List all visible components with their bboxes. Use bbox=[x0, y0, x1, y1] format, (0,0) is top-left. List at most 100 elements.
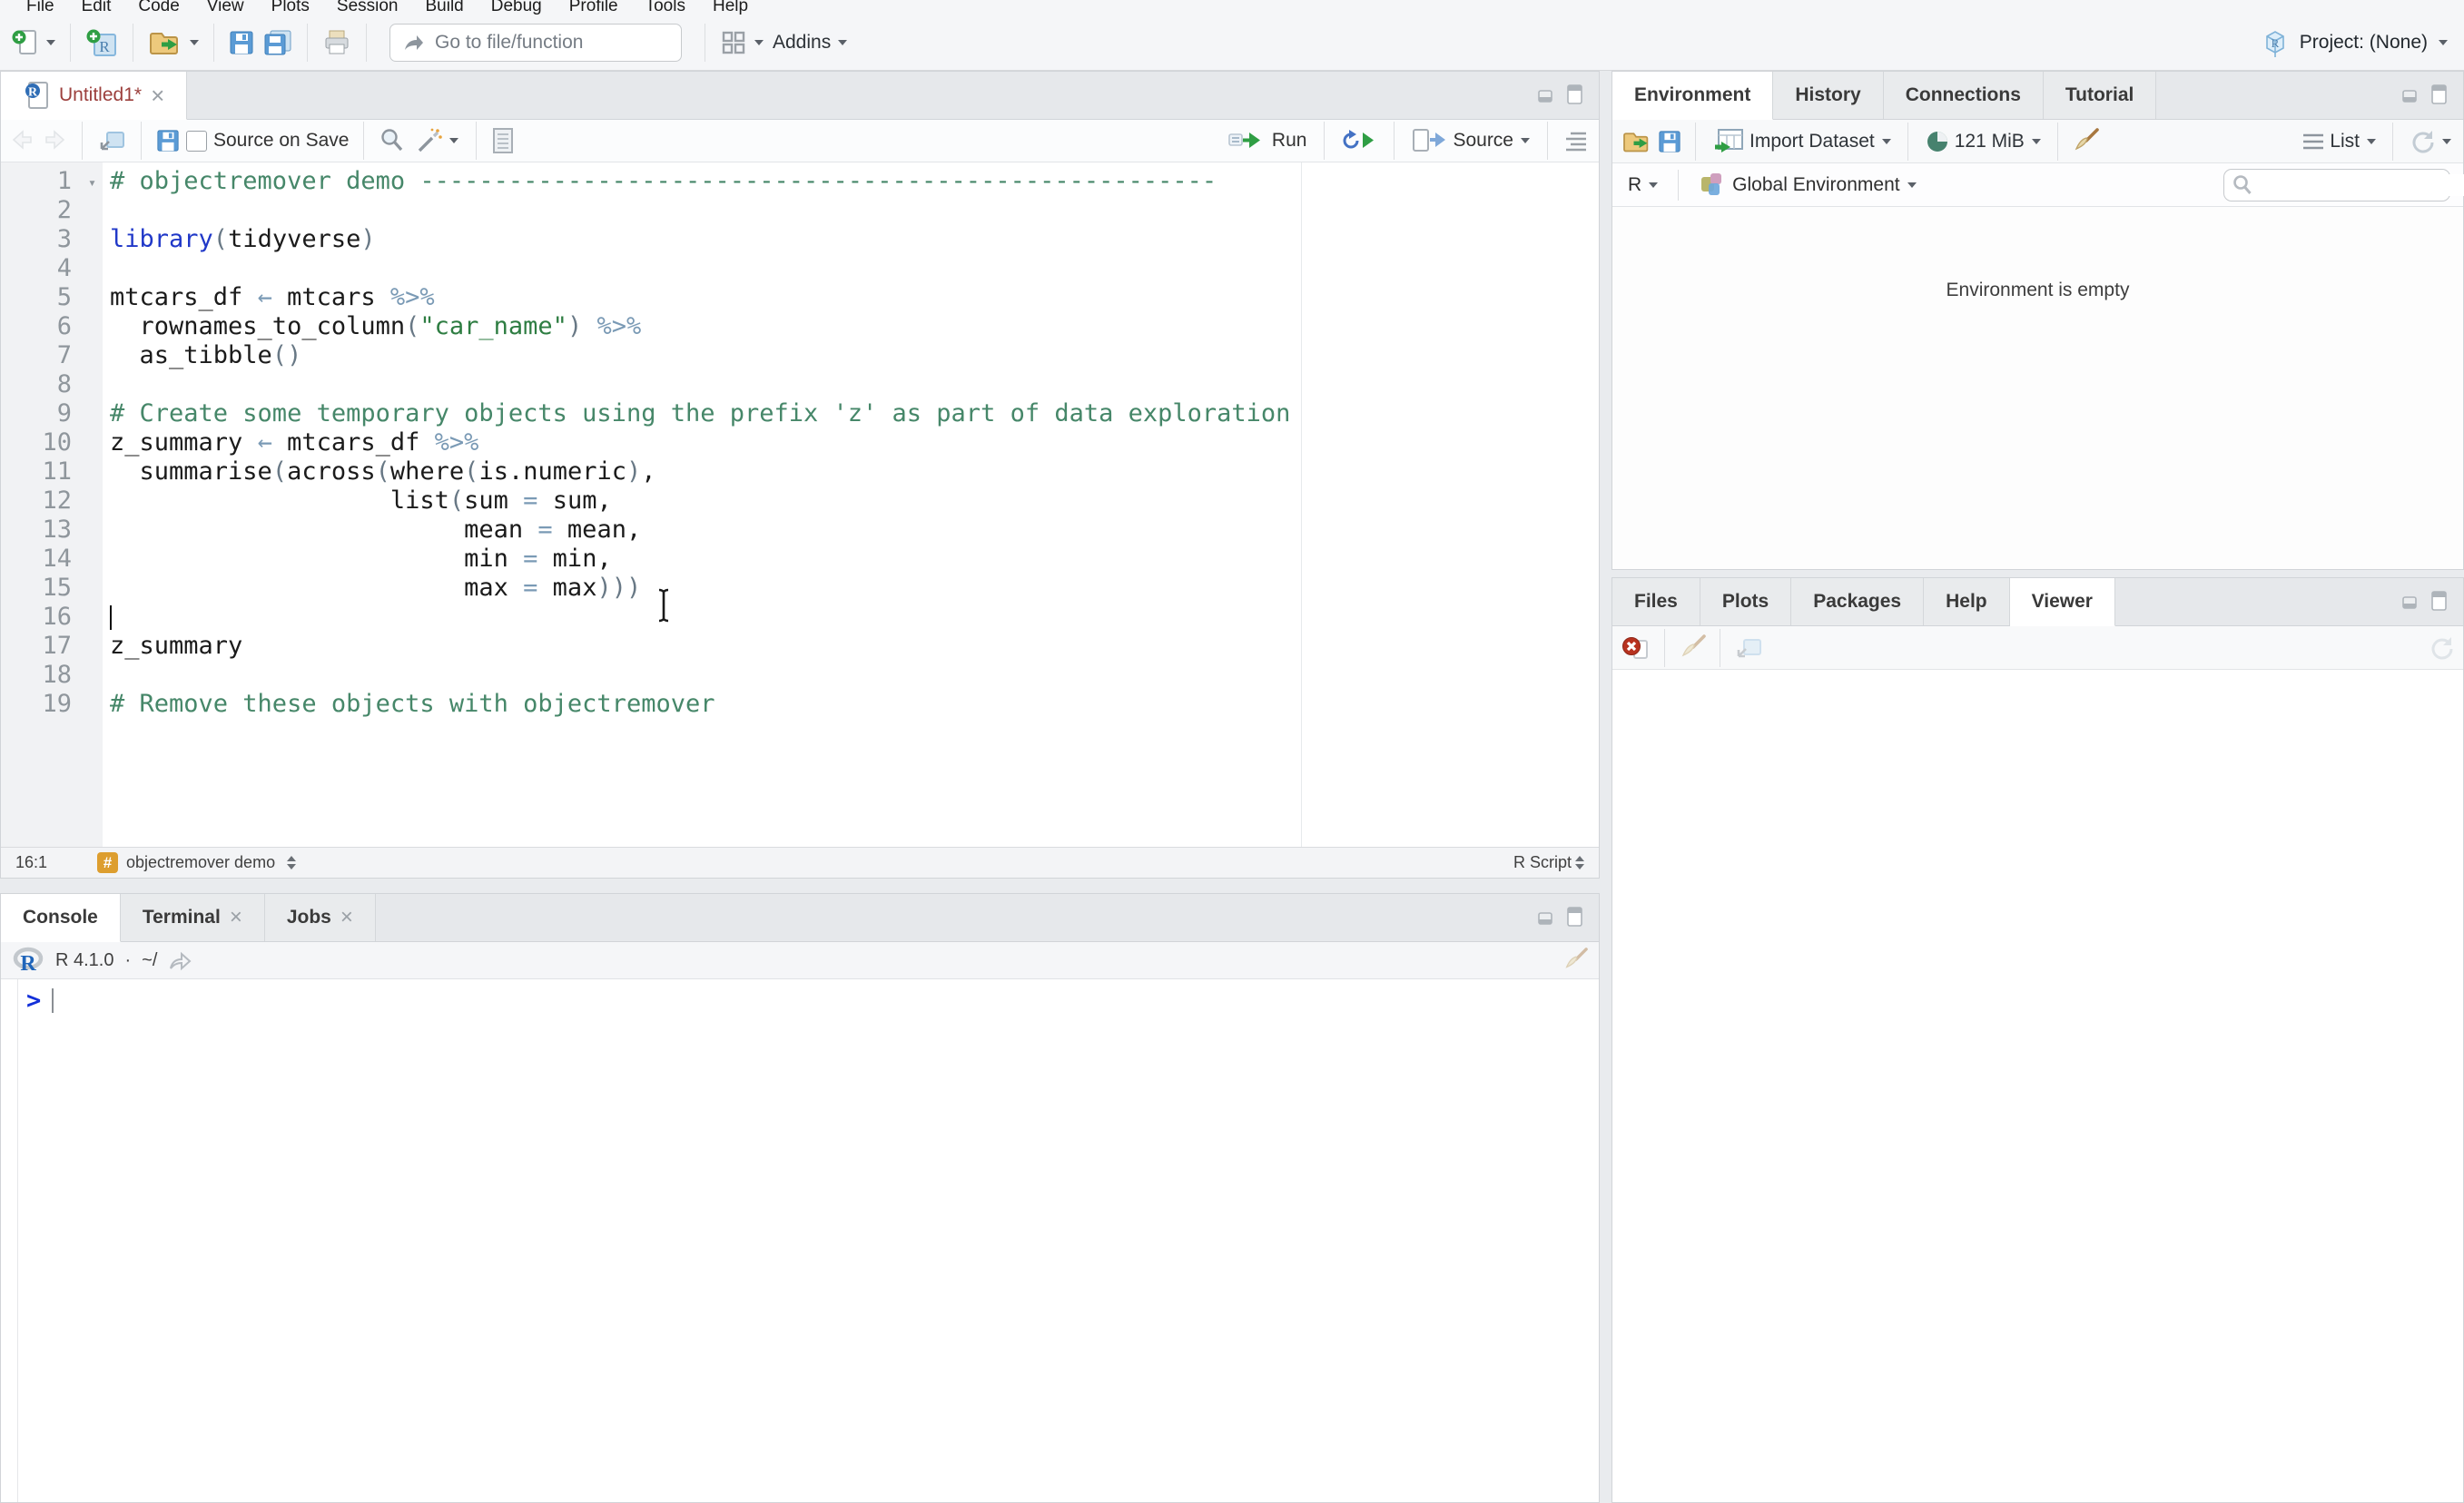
environment-tab-environment[interactable]: Environment bbox=[1612, 72, 1774, 120]
forward-arrow-icon[interactable] bbox=[42, 129, 67, 152]
open-file-button[interactable] bbox=[145, 26, 202, 59]
run-button[interactable]: Run bbox=[1225, 127, 1310, 154]
stop-icon[interactable] bbox=[1621, 634, 1651, 662]
working-directory[interactable]: ~/ bbox=[142, 950, 157, 971]
environment-tab-tutorial[interactable]: Tutorial bbox=[2043, 72, 2157, 119]
console-tab-console[interactable]: Console bbox=[1, 894, 121, 942]
source-button[interactable]: Source bbox=[1409, 126, 1533, 155]
menu-item-plots[interactable]: Plots bbox=[258, 0, 323, 15]
project-menu-button[interactable]: R Project: (None) bbox=[2259, 27, 2448, 58]
open-file-icon[interactable] bbox=[1621, 129, 1652, 154]
list-view-button[interactable]: List bbox=[2299, 129, 2379, 154]
menu-item-edit[interactable]: Edit bbox=[68, 0, 125, 15]
code-line-9[interactable]: # Create some temporary objects using th… bbox=[110, 399, 1599, 428]
share-arrow-icon[interactable] bbox=[168, 949, 193, 971]
code-line-12[interactable]: list(sum = sum, bbox=[110, 486, 1599, 516]
maximize-icon[interactable] bbox=[1566, 906, 1584, 928]
save-icon[interactable] bbox=[156, 129, 180, 152]
source-on-save-checkbox[interactable] bbox=[186, 130, 207, 152]
files-tab-help[interactable]: Help bbox=[1924, 578, 2010, 625]
code-line-19[interactable]: # Remove these objects with objectremove… bbox=[110, 690, 1599, 719]
menu-item-build[interactable]: Build bbox=[412, 0, 478, 15]
files-tab-plots[interactable]: Plots bbox=[1700, 578, 1792, 625]
minimize-icon[interactable] bbox=[1537, 84, 1557, 103]
section-navigator[interactable]: # objectremover demo bbox=[97, 852, 297, 873]
code-tools-button[interactable] bbox=[412, 125, 461, 156]
menu-item-view[interactable]: View bbox=[193, 0, 258, 15]
code-line-17[interactable]: z_summary bbox=[110, 632, 1599, 661]
menu-item-help[interactable]: Help bbox=[699, 0, 762, 15]
addins-grid-button[interactable] bbox=[717, 27, 766, 58]
code-line-3[interactable]: library(tidyverse) bbox=[110, 225, 1599, 254]
editor-code[interactable]: # objectremover demo -------------------… bbox=[103, 162, 1599, 847]
broom-icon[interactable] bbox=[2072, 127, 2099, 155]
code-line-1[interactable]: # objectremover demo -------------------… bbox=[110, 167, 1599, 196]
popout-icon[interactable] bbox=[1734, 635, 1763, 661]
save-button[interactable] bbox=[226, 28, 257, 57]
maximize-icon[interactable] bbox=[2430, 590, 2449, 612]
compile-notebook-icon[interactable] bbox=[491, 127, 515, 154]
print-button[interactable] bbox=[320, 27, 354, 58]
maximize-icon[interactable] bbox=[2430, 84, 2449, 105]
code-line-16[interactable] bbox=[110, 603, 1599, 632]
code-line-6[interactable]: rownames_to_column("car_name") %>% bbox=[110, 312, 1599, 341]
menu-item-file[interactable]: File bbox=[13, 0, 68, 15]
import-dataset-button[interactable]: Import Dataset bbox=[1710, 125, 1894, 158]
tab-close-icon[interactable]: × bbox=[230, 907, 242, 928]
console-tab-terminal[interactable]: Terminal × bbox=[120, 894, 265, 941]
environment-tab-connections[interactable]: Connections bbox=[1883, 72, 2044, 119]
menu-item-code[interactable]: Code bbox=[124, 0, 192, 15]
popout-icon[interactable] bbox=[97, 128, 126, 153]
go-to-file-box[interactable] bbox=[389, 24, 682, 62]
environment-search-input[interactable] bbox=[2259, 173, 2464, 196]
files-tab-viewer[interactable]: Viewer bbox=[2009, 578, 2115, 626]
editor-body[interactable]: 1 ▾ 2 3 4 5 6 7 8 9 10 11 12 13 14 15 16 17 18 19 # objectr… bbox=[1, 162, 1599, 847]
menu-item-tools[interactable]: Tools bbox=[632, 0, 699, 15]
broom-icon[interactable] bbox=[1679, 634, 1706, 662]
files-tab-packages[interactable]: Packages bbox=[1791, 578, 1925, 625]
code-line-10[interactable]: z_summary ← mtcars_df %>% bbox=[110, 428, 1599, 457]
new-file-button[interactable] bbox=[9, 26, 58, 59]
save-icon[interactable] bbox=[1658, 130, 1681, 153]
console-prompt-line[interactable]: > bbox=[26, 987, 54, 1015]
file-type-selector[interactable]: R Script bbox=[1513, 853, 1584, 872]
console-tab-jobs[interactable]: Jobs × bbox=[264, 894, 376, 941]
find-icon[interactable] bbox=[379, 127, 406, 154]
files-tab-files[interactable]: Files bbox=[1612, 578, 1700, 625]
code-line-14[interactable]: min = min, bbox=[110, 545, 1599, 574]
minimize-icon[interactable] bbox=[1537, 906, 1557, 926]
menu-item-debug[interactable]: Debug bbox=[478, 0, 556, 15]
code-line-8[interactable] bbox=[110, 370, 1599, 399]
menu-item-session[interactable]: Session bbox=[323, 0, 412, 15]
code-line-7[interactable]: as_tibble() bbox=[110, 341, 1599, 370]
memory-usage-button[interactable]: 121 MiB bbox=[1922, 127, 2044, 156]
code-line-11[interactable]: summarise(across(where(is.numeric), bbox=[110, 457, 1599, 486]
console-body[interactable]: > bbox=[1, 979, 1599, 1502]
rerun-icon[interactable] bbox=[1339, 129, 1379, 152]
code-line-4[interactable] bbox=[110, 254, 1599, 283]
language-selector[interactable]: R bbox=[1625, 172, 1661, 198]
code-line-5[interactable]: mtcars_df ← mtcars %>% bbox=[110, 283, 1599, 312]
refresh-button[interactable] bbox=[2407, 127, 2454, 156]
minimize-icon[interactable] bbox=[2401, 590, 2421, 610]
environment-tab-history[interactable]: History bbox=[1773, 72, 1884, 119]
outline-icon[interactable] bbox=[1562, 129, 1590, 152]
addins-button[interactable]: Addins bbox=[770, 30, 850, 55]
tab-close-icon[interactable]: × bbox=[340, 907, 353, 928]
save-all-button[interactable] bbox=[261, 27, 295, 58]
refresh-icon[interactable] bbox=[2429, 635, 2454, 661]
back-arrow-icon[interactable] bbox=[10, 129, 35, 152]
go-to-file-input[interactable] bbox=[433, 31, 670, 54]
menu-item-profile[interactable]: Profile bbox=[556, 0, 632, 15]
maximize-icon[interactable] bbox=[1566, 84, 1584, 105]
environment-selector[interactable]: Global Environment bbox=[1696, 169, 1918, 201]
minimize-icon[interactable] bbox=[2401, 84, 2421, 103]
environment-search-box[interactable] bbox=[2223, 168, 2464, 201]
fold-arrow-icon[interactable]: ▾ bbox=[88, 168, 96, 197]
code-line-18[interactable] bbox=[110, 661, 1599, 690]
clear-console-icon[interactable] bbox=[1562, 948, 1588, 973]
editor-tab-untitled1[interactable]: R Untitled1* × bbox=[1, 72, 188, 120]
close-icon[interactable]: × bbox=[151, 84, 164, 107]
code-line-2[interactable] bbox=[110, 196, 1599, 225]
code-line-13[interactable]: mean = mean, bbox=[110, 516, 1599, 545]
